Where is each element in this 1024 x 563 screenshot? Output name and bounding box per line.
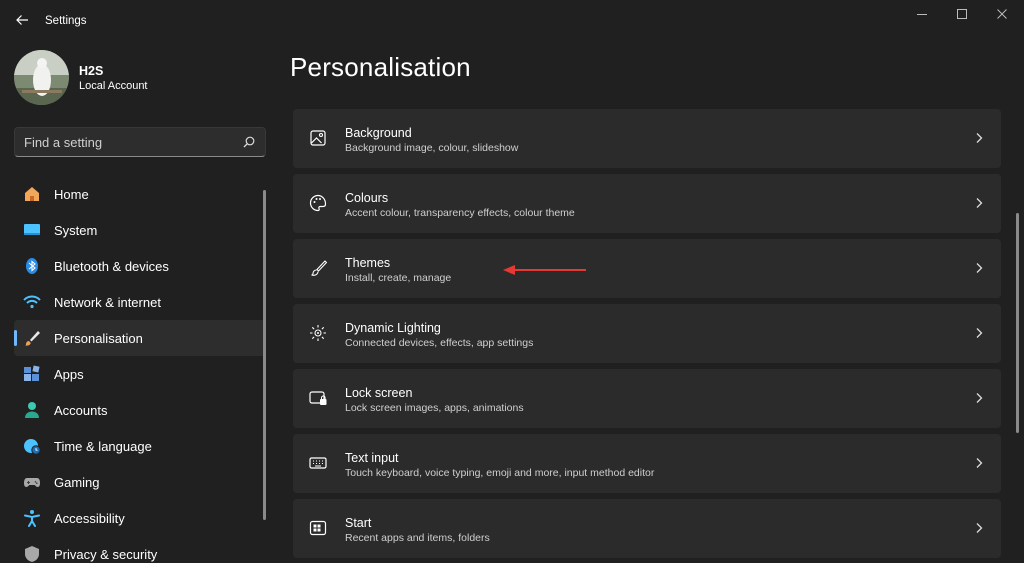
- brush-icon: [23, 329, 41, 347]
- monitor-icon: [23, 221, 41, 239]
- chevron-right-icon: [976, 458, 983, 468]
- globe-clock-icon: [23, 437, 41, 455]
- accessibility-icon: [23, 509, 41, 527]
- sidebar-item-time-language[interactable]: Time & language: [14, 428, 266, 464]
- sidebar-item-label: System: [54, 222, 98, 238]
- sidebar-item-network[interactable]: Network & internet: [14, 284, 266, 320]
- card-title: Dynamic Lighting: [345, 321, 441, 335]
- sidebar-item-accessibility[interactable]: Accessibility: [14, 500, 266, 536]
- back-button[interactable]: [10, 8, 34, 32]
- chevron-right-icon: [976, 133, 983, 143]
- person-icon: [23, 401, 41, 419]
- search-box[interactable]: [14, 127, 266, 157]
- sidebar-item-label: Bluetooth & devices: [54, 258, 169, 274]
- keyboard-icon: [308, 453, 328, 473]
- chevron-right-icon: [976, 328, 983, 338]
- settings-list: Background Background image, colour, sli…: [293, 109, 1001, 563]
- wifi-icon: [23, 293, 41, 311]
- sidebar-item-privacy[interactable]: Privacy & security: [14, 536, 266, 563]
- chevron-right-icon: [976, 198, 983, 208]
- avatar-image: [14, 50, 69, 105]
- gamepad-icon: [23, 473, 41, 491]
- card-subtitle: Background image, colour, slideshow: [345, 142, 519, 154]
- sidebar-item-apps[interactable]: Apps: [14, 356, 266, 392]
- card-title: Lock screen: [345, 386, 413, 400]
- chevron-right-icon: [976, 263, 983, 273]
- chevron-right-icon: [976, 393, 983, 403]
- sidebar-item-accounts[interactable]: Accounts: [14, 392, 266, 428]
- sidebar-item-label: Personalisation: [54, 330, 143, 346]
- sidebar-item-label: Apps: [54, 366, 84, 382]
- card-subtitle: Touch keyboard, voice typing, emoji and …: [345, 467, 655, 479]
- sidebar-item-label: Privacy & security: [54, 546, 158, 562]
- active-indicator: [14, 330, 17, 346]
- minimize-button[interactable]: [902, 2, 942, 26]
- card-start[interactable]: Start Recent apps and items, folders: [293, 499, 1001, 558]
- card-colours[interactable]: Colours Accent colour, transparency effe…: [293, 174, 1001, 233]
- avatar[interactable]: [14, 50, 69, 105]
- search-icon[interactable]: [243, 136, 255, 148]
- page-title: Personalisation: [290, 52, 471, 82]
- maximize-button[interactable]: [942, 2, 982, 26]
- image-icon: [308, 128, 328, 148]
- sidebar-item-bluetooth[interactable]: Bluetooth & devices: [14, 248, 266, 284]
- card-themes[interactable]: Themes Install, create, manage: [293, 239, 1001, 298]
- card-subtitle: Connected devices, effects, app settings: [345, 337, 534, 349]
- apps-icon: [23, 365, 41, 383]
- card-subtitle: Accent colour, transparency effects, col…: [345, 207, 575, 219]
- main-scrollbar[interactable]: [1016, 213, 1019, 433]
- card-subtitle: Recent apps and items, folders: [345, 532, 490, 544]
- sidebar-item-personalisation[interactable]: Personalisation: [14, 320, 266, 356]
- card-subtitle: Install, create, manage: [345, 272, 452, 284]
- shield-icon: [23, 545, 41, 563]
- card-lock-screen[interactable]: Lock screen Lock screen images, apps, an…: [293, 369, 1001, 428]
- lock-screen-icon: [308, 388, 328, 408]
- chevron-right-icon: [976, 523, 983, 533]
- minimize-icon: [917, 14, 927, 15]
- bluetooth-icon: [23, 257, 41, 275]
- card-title: Background: [345, 126, 412, 140]
- arrow-left-icon: [16, 15, 28, 25]
- card-title: Text input: [345, 451, 399, 465]
- start-icon: [308, 518, 328, 538]
- sidebar-item-gaming[interactable]: Gaming: [14, 464, 266, 500]
- app-title: Settings: [45, 15, 87, 27]
- sidebar-nav: Home System Bluetooth & devices Network …: [14, 176, 266, 563]
- annotation-arrow: [503, 265, 586, 275]
- title-bar: Settings: [0, 0, 1024, 40]
- search-input[interactable]: [15, 128, 235, 156]
- sidebar-item-label: Accessibility: [54, 510, 125, 526]
- card-title: Colours: [345, 191, 389, 205]
- sidebar-item-label: Gaming: [54, 474, 100, 490]
- card-dynamic-lighting[interactable]: Dynamic Lighting Connected devices, effe…: [293, 304, 1001, 363]
- profile-account-type: Local Account: [79, 80, 148, 92]
- sidebar-scrollbar[interactable]: [263, 190, 266, 520]
- sidebar-item-label: Home: [54, 186, 89, 202]
- card-text-input[interactable]: Text input Touch keyboard, voice typing,…: [293, 434, 1001, 493]
- sidebar-item-system[interactable]: System: [14, 212, 266, 248]
- card-background[interactable]: Background Background image, colour, sli…: [293, 109, 1001, 168]
- sidebar-item-label: Network & internet: [54, 294, 161, 310]
- profile-name: H2S: [79, 64, 104, 78]
- card-title: Themes: [345, 256, 391, 270]
- sidebar-item-label: Time & language: [54, 438, 152, 454]
- maximize-icon: [957, 9, 967, 19]
- close-icon: [997, 9, 1007, 19]
- sidebar-item-home[interactable]: Home: [14, 176, 266, 212]
- sidebar-item-label: Accounts: [54, 402, 108, 418]
- lighting-icon: [308, 323, 328, 343]
- close-button[interactable]: [982, 2, 1022, 26]
- card-title: Start: [345, 516, 372, 530]
- home-icon: [23, 185, 41, 203]
- brush-icon: [308, 258, 328, 278]
- card-subtitle: Lock screen images, apps, animations: [345, 402, 524, 414]
- palette-icon: [308, 193, 328, 213]
